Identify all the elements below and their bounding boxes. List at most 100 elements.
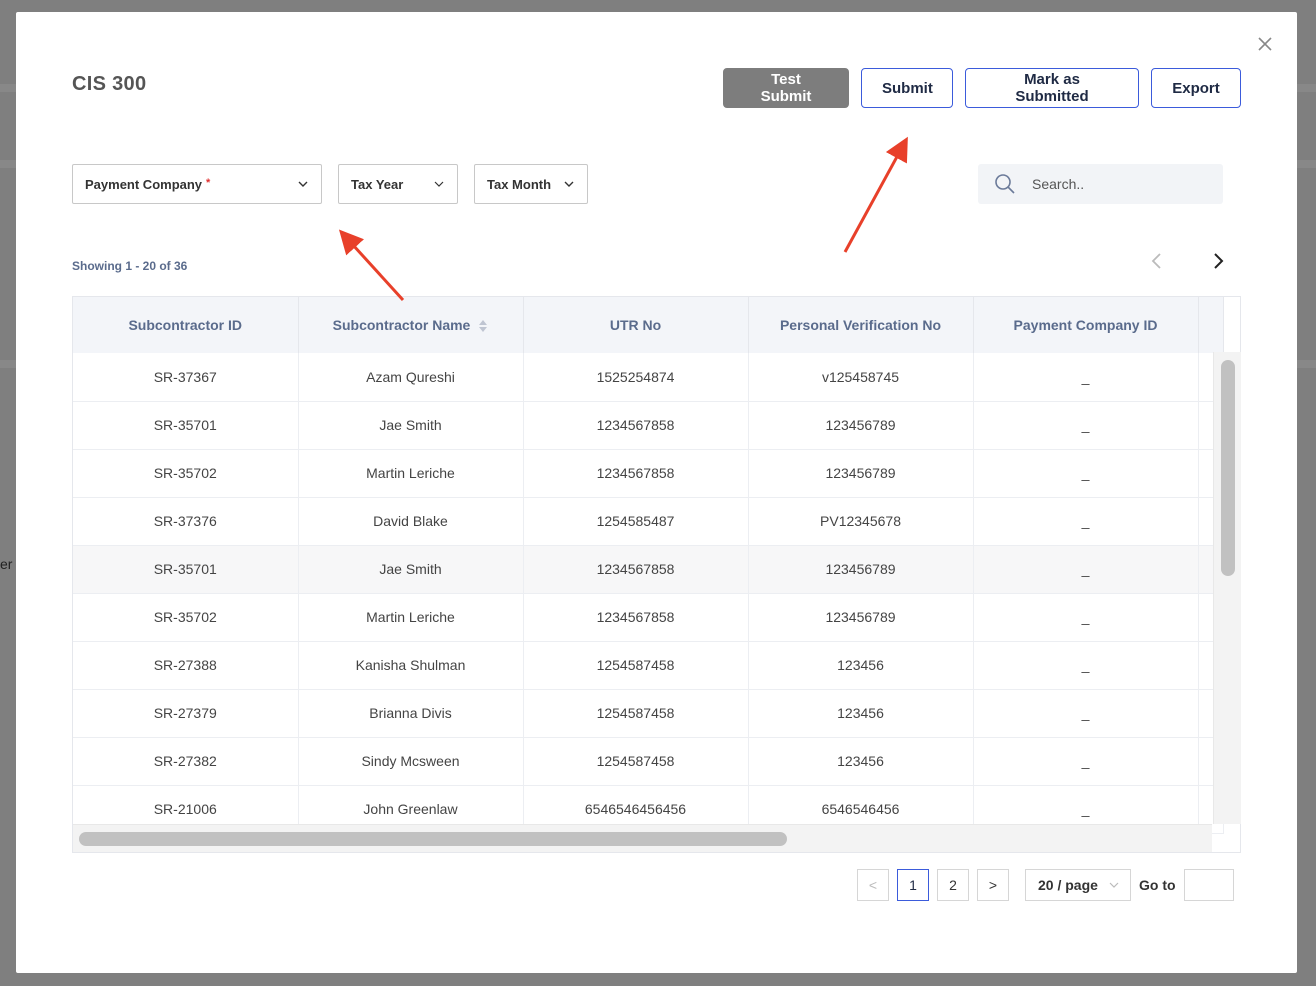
table-cell: 1234567858 <box>523 449 749 498</box>
table-cell: SR-35702 <box>73 449 299 498</box>
page-1-button[interactable]: 1 <box>897 869 929 901</box>
chevron-left-icon <box>1151 253 1161 269</box>
modal-title: CIS 300 <box>72 73 147 95</box>
table-cell: 1525254874 <box>523 353 749 402</box>
tax-month-select[interactable]: Tax Month <box>474 164 588 204</box>
table-row[interactable]: SR-37367 Azam Qureshi 1525254874 v125458745… <box>73 353 1224 402</box>
vertical-scroll-thumb[interactable] <box>1221 360 1235 576</box>
table-row[interactable]: SR-35701 Jae Smith 1234567858 123456789 _ <box>73 545 1224 594</box>
chevron-down-icon <box>1109 882 1119 888</box>
submit-button[interactable]: Submit <box>861 68 953 108</box>
page-size-select[interactable]: 20 / page <box>1025 869 1131 901</box>
horizontal-scroll-thumb[interactable] <box>79 832 787 846</box>
table-cell: v125458745 <box>748 353 974 402</box>
table-cell: _ <box>973 449 1199 498</box>
table-cell: 123456789 <box>748 545 974 594</box>
table-cell: 1254587458 <box>523 689 749 738</box>
table-cell: SR-27388 <box>73 641 299 690</box>
table-cell: SR-35701 <box>73 401 299 450</box>
background-text: er <box>0 556 13 572</box>
table-cell: SR-37376 <box>73 497 299 546</box>
table-row[interactable]: SR-35702 Martin Leriche 1234567858 12345678… <box>73 593 1224 642</box>
column-scroll-next-button[interactable] <box>1207 250 1229 274</box>
table-cell: Jae Smith <box>298 401 524 450</box>
table-cell: _ <box>973 401 1199 450</box>
tax-year-label: Tax Year <box>351 176 404 192</box>
next-page-button[interactable]: > <box>977 869 1009 901</box>
page-2-button[interactable]: 2 <box>937 869 969 901</box>
table-cell: _ <box>973 689 1199 738</box>
table-row[interactable]: SR-27379 Brianna Divis 1254587458 123456 _ <box>73 689 1224 738</box>
table-cell: Jae Smith <box>298 545 524 594</box>
column-header[interactable]: Subcontractor ID <box>73 297 299 353</box>
table-cell: Kanisha Shulman <box>298 641 524 690</box>
test-submit-button[interactable]: Test Submit <box>723 68 849 108</box>
table-cell: Martin Leriche <box>298 593 524 642</box>
table-cell: _ <box>973 545 1199 594</box>
search-box[interactable] <box>978 164 1223 204</box>
column-header-extra <box>1198 297 1224 353</box>
horizontal-scrollbar[interactable] <box>73 824 1212 852</box>
close-button[interactable] <box>1253 32 1277 56</box>
goto-label: Go to <box>1139 877 1176 893</box>
chevron-down-icon <box>434 181 444 187</box>
subcontractor-table: Subcontractor ID Subcontractor Name UTR … <box>72 296 1241 853</box>
column-header[interactable]: UTR No <box>523 297 749 353</box>
table-cell: 123456789 <box>748 401 974 450</box>
filter-bar: Payment Company * Tax Year Tax Month <box>72 164 588 204</box>
table-row[interactable]: SR-37376 David Blake 1254585487 PV12345678 _ <box>73 497 1224 546</box>
page-size-label: 20 / page <box>1038 877 1098 893</box>
goto-page-input[interactable] <box>1183 869 1234 901</box>
sort-icon[interactable] <box>478 319 488 333</box>
table-cell: 1254587458 <box>523 641 749 690</box>
table-row[interactable]: SR-27388 Kanisha Shulman 1254587458 123456 _ <box>73 641 1224 690</box>
table-cell: SR-35702 <box>73 593 299 642</box>
table-cell: 1254587458 <box>523 737 749 786</box>
mark-as-submitted-button[interactable]: Mark as Submitted <box>965 68 1139 108</box>
table-cell: David Blake <box>298 497 524 546</box>
chevron-right-icon <box>1214 253 1224 269</box>
pagination: < 1 2 > 20 / page Go to <box>857 869 1234 901</box>
prev-page-button[interactable]: < <box>857 869 889 901</box>
cis300-modal: CIS 300 Test Submit Submit Mark as Submi… <box>16 12 1297 973</box>
tax-month-label: Tax Month <box>487 176 552 192</box>
payment-company-select[interactable]: Payment Company * <box>72 164 322 204</box>
table-cell: _ <box>973 593 1199 642</box>
table-cell: 1234567858 <box>523 401 749 450</box>
action-bar: Test Submit Submit Mark as Submitted Exp… <box>723 68 1241 108</box>
table-header-row: Subcontractor ID Subcontractor Name UTR … <box>73 297 1224 353</box>
column-header-sortable[interactable]: Subcontractor Name <box>298 297 524 353</box>
search-icon <box>995 174 1015 194</box>
column-scroll-prev-button[interactable] <box>1146 250 1168 274</box>
required-mark: * <box>206 176 211 189</box>
chevron-down-icon <box>564 181 574 187</box>
table-cell: Azam Qureshi <box>298 353 524 402</box>
chevron-down-icon <box>298 181 308 187</box>
table-row[interactable]: SR-27382 Sindy Mcsween 1254587458 123456 _ <box>73 737 1224 786</box>
search-input[interactable] <box>1032 176 1192 192</box>
column-header[interactable]: Payment Company ID <box>973 297 1199 353</box>
showing-count: Showing 1 - 20 of 36 <box>72 259 188 273</box>
payment-company-label: Payment Company * <box>85 176 211 192</box>
export-button[interactable]: Export <box>1151 68 1241 108</box>
close-icon <box>1258 37 1272 51</box>
table-cell: Sindy Mcsween <box>298 737 524 786</box>
tax-year-select[interactable]: Tax Year <box>338 164 458 204</box>
column-header[interactable]: Personal Verification No <box>748 297 974 353</box>
table-cell: SR-35701 <box>73 545 299 594</box>
table-cell: SR-37367 <box>73 353 299 402</box>
vertical-scrollbar[interactable] <box>1213 352 1241 824</box>
table-cell: Brianna Divis <box>298 689 524 738</box>
table-cell: 123456 <box>748 689 974 738</box>
table-cell: _ <box>973 737 1199 786</box>
table-cell: 123456789 <box>748 593 974 642</box>
table-cell: 1254585487 <box>523 497 749 546</box>
table-row[interactable]: SR-35702 Martin Leriche 1234567858 12345678… <box>73 449 1224 498</box>
table-cell: PV12345678 <box>748 497 974 546</box>
table-row[interactable]: SR-35701 Jae Smith 1234567858 123456789 _ <box>73 401 1224 450</box>
table-cell: 123456789 <box>748 449 974 498</box>
table-cell: 1234567858 <box>523 545 749 594</box>
table-cell: 1234567858 <box>523 593 749 642</box>
table-cell: _ <box>973 641 1199 690</box>
table-cell: 123456 <box>748 641 974 690</box>
